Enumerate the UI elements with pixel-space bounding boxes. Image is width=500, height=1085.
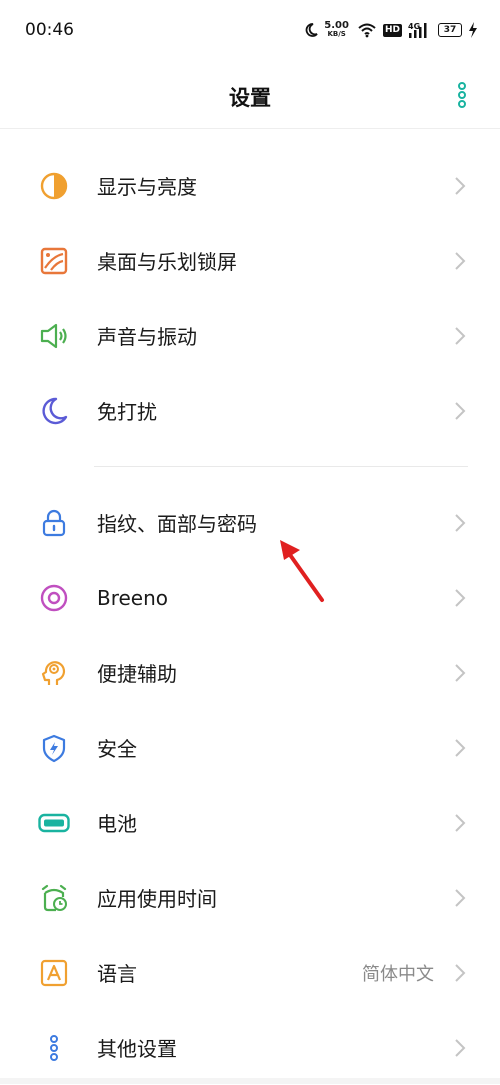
settings-item-sound-vibration[interactable]: 声音与振动 bbox=[0, 298, 500, 373]
chevron-right-icon bbox=[455, 813, 466, 832]
wallpaper-icon bbox=[38, 245, 70, 277]
settings-item-label: 指纹、面部与密码 bbox=[97, 512, 257, 536]
settings-item-security[interactable]: 安全 bbox=[0, 710, 500, 785]
settings-item-label: 声音与振动 bbox=[97, 325, 197, 349]
battery-icon bbox=[38, 807, 70, 839]
status-time: 00:46 bbox=[25, 20, 74, 40]
settings-item-other-settings[interactable]: 其他设置 bbox=[0, 1010, 500, 1085]
do-not-disturb-moon-icon bbox=[305, 23, 318, 37]
hd-badge: HD bbox=[382, 23, 402, 37]
battery-indicator: 37 bbox=[438, 23, 462, 37]
settings-item-label: 应用使用时间 bbox=[97, 887, 217, 911]
chevron-right-icon bbox=[455, 1038, 466, 1057]
settings-item-label: Breeno bbox=[97, 585, 169, 610]
settings-item-battery[interactable]: 电池 bbox=[0, 785, 500, 860]
chevron-right-icon bbox=[455, 663, 466, 682]
chevron-right-icon bbox=[455, 888, 466, 907]
chevron-right-icon bbox=[455, 326, 466, 345]
settings-item-app-usage-time[interactable]: 应用使用时间 bbox=[0, 860, 500, 935]
chevron-right-icon bbox=[455, 588, 466, 607]
moon-icon bbox=[38, 395, 70, 427]
settings-item-label: 显示与亮度 bbox=[97, 175, 197, 199]
language-a-icon bbox=[38, 957, 70, 989]
header: 设置 bbox=[0, 60, 500, 129]
chevron-right-icon bbox=[455, 401, 466, 420]
settings-item-label: 电池 bbox=[97, 812, 137, 836]
settings-item-label: 安全 bbox=[97, 737, 137, 761]
settings-list: 显示与亮度 桌面与乐划锁屏 声音与振动 免打扰 指纹、面部与密码 Breeno … bbox=[0, 148, 500, 1085]
more-settings-icon bbox=[38, 1032, 70, 1064]
settings-item-breeno[interactable]: Breeno bbox=[0, 560, 500, 635]
charging-bolt-icon bbox=[469, 22, 477, 38]
page-title: 设置 bbox=[229, 86, 271, 110]
net-speed-unit: KB/S bbox=[327, 30, 346, 38]
speaker-icon bbox=[38, 320, 70, 352]
settings-item-fingerprint-face-password[interactable]: 指纹、面部与密码 bbox=[0, 485, 500, 560]
display-brightness-icon bbox=[38, 170, 70, 202]
settings-item-label: 便捷辅助 bbox=[97, 662, 177, 686]
settings-item-do-not-disturb[interactable]: 免打扰 bbox=[0, 373, 500, 448]
settings-item-label: 语言 bbox=[97, 962, 137, 986]
chevron-right-icon bbox=[455, 738, 466, 757]
status-icons: 5.00 KB/S HD 4G 37 bbox=[304, 18, 478, 42]
settings-item-display-brightness[interactable]: 显示与亮度 bbox=[0, 148, 500, 223]
signal-4g-icon: 4G bbox=[408, 22, 427, 38]
settings-item-label: 其他设置 bbox=[97, 1037, 177, 1061]
breeno-icon bbox=[38, 582, 70, 614]
chevron-right-icon bbox=[455, 963, 466, 982]
assist-head-icon bbox=[38, 657, 70, 689]
chevron-right-icon bbox=[455, 513, 466, 532]
net-speed: 5.00 KB/S bbox=[324, 21, 349, 39]
lock-icon bbox=[38, 507, 70, 539]
network-type: 4G bbox=[408, 22, 420, 31]
settings-item-wallpaper-lockscreen[interactable]: 桌面与乐划锁屏 bbox=[0, 223, 500, 298]
settings-item-language[interactable]: 语言 简体中文 bbox=[0, 935, 500, 1010]
alarm-clock-icon bbox=[38, 882, 70, 914]
annotation-arrow-icon bbox=[280, 540, 324, 602]
status-bar: 00:46 5.00 KB/S HD 4G 37 bbox=[0, 0, 500, 60]
more-options-icon[interactable] bbox=[452, 80, 472, 110]
chevron-right-icon bbox=[455, 176, 466, 195]
net-speed-value: 5.00 bbox=[324, 20, 349, 31]
settings-item-convenience-assist[interactable]: 便捷辅助 bbox=[0, 635, 500, 710]
settings-item-label: 桌面与乐划锁屏 bbox=[97, 250, 237, 274]
shield-icon bbox=[38, 732, 70, 764]
language-value: 简体中文 bbox=[362, 963, 434, 985]
wifi-icon bbox=[358, 23, 376, 38]
settings-item-label: 免打扰 bbox=[97, 400, 157, 424]
chevron-right-icon bbox=[455, 251, 466, 270]
gesture-bar-area bbox=[0, 1078, 500, 1084]
